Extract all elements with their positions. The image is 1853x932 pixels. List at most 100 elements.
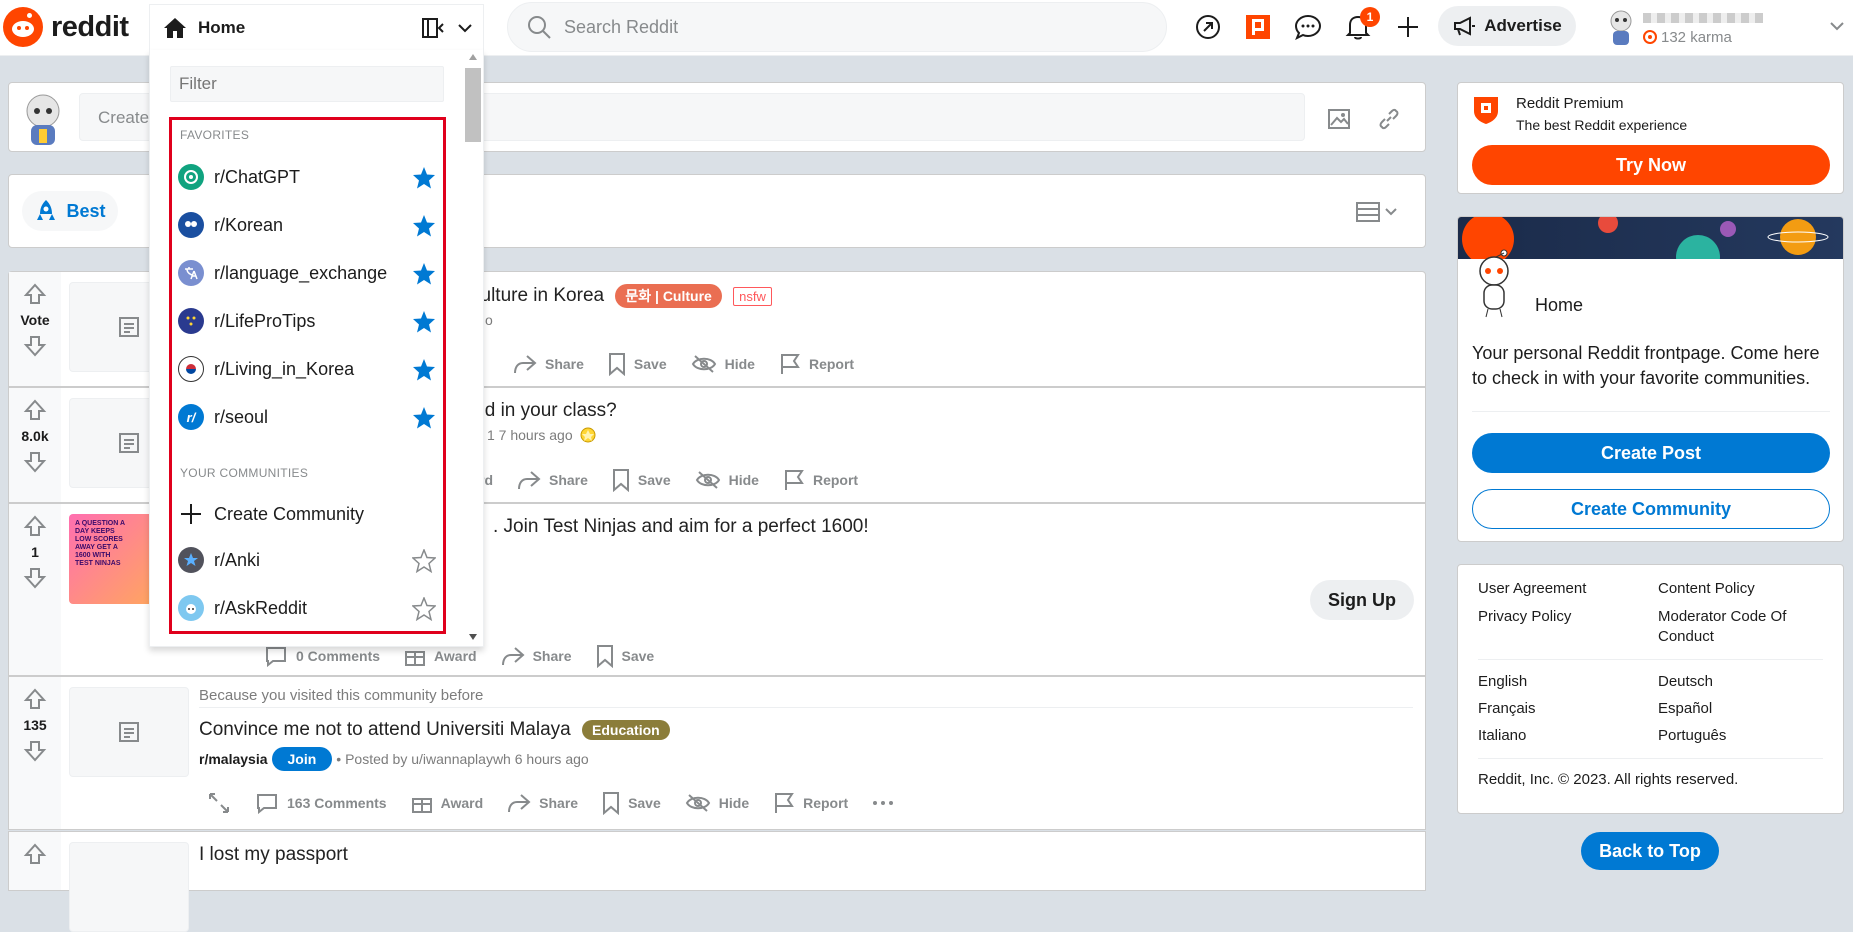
upvote-icon[interactable] [23,398,47,422]
comments-button[interactable]: 163 Comments [255,792,387,814]
create-post-button[interactable]: Create Post [1472,433,1830,473]
star-filled-icon[interactable] [412,358,436,382]
hide-button[interactable]: Hide [695,470,759,490]
save-button[interactable]: Save [608,352,667,376]
dropdown-scrollbar[interactable] [465,50,481,646]
comments-button[interactable]: 0 Comments [264,645,380,667]
language-link[interactable]: Português [1658,726,1838,746]
subreddit-link[interactable]: r/malaysia [199,751,268,767]
star-filled-icon[interactable] [412,310,436,334]
search-bar[interactable] [507,2,1167,52]
language-link[interactable]: Español [1658,699,1838,719]
post-flair[interactable]: Education [582,719,670,740]
report-button[interactable]: Report [779,352,854,376]
favorite-community-chatgpt[interactable]: r/ChatGPT [178,157,436,197]
upvote-icon[interactable] [23,842,47,866]
report-button[interactable]: Report [773,791,848,815]
user-avatar[interactable] [17,89,69,154]
favorite-community-seoul[interactable]: r/ r/seoul [178,397,436,437]
content-policy-link[interactable]: Content Policy [1658,579,1838,599]
save-button[interactable]: Save [602,791,661,815]
post-title[interactable]: kid in your class? [471,400,617,422]
post-title[interactable]: culture in Korea 문화 | Culture nsfw [471,284,772,308]
create-community-item[interactable]: Create Community [178,494,436,534]
moderator-code-link[interactable]: Moderator Code Of Conduct [1658,607,1838,647]
reddit-coins-icon[interactable] [1243,12,1273,42]
expand-icon[interactable] [207,791,231,815]
report-button[interactable]: Report [783,468,858,492]
sort-best-button[interactable]: Best [22,191,118,231]
create-plus-icon[interactable] [1393,12,1423,42]
scroll-down-arrow-icon[interactable] [469,634,477,640]
save-button[interactable]: Save [612,468,671,492]
upvote-icon[interactable] [23,687,47,711]
downvote-icon[interactable] [23,566,47,590]
view-layout-icon[interactable] [1355,201,1403,223]
chat-icon[interactable] [1293,12,1323,42]
hide-button[interactable]: Hide [685,793,749,813]
share-button[interactable]: Share [517,469,588,491]
user-menu[interactable]: 132 karma [1605,3,1845,51]
favorite-community-lifeprotips[interactable]: r/LifeProTips [178,301,436,341]
save-label: Save [637,472,671,488]
advertise-button[interactable]: Advertise [1438,6,1576,46]
post-thumbnail[interactable] [69,687,189,777]
favorite-community-living-in-korea[interactable]: r/Living_in_Korea [178,349,436,389]
language-link[interactable]: Deutsch [1658,672,1838,692]
filter-input[interactable] [170,66,444,102]
scroll-up-arrow-icon[interactable] [469,54,477,60]
downvote-icon[interactable] [23,739,47,763]
privacy-policy-link[interactable]: Privacy Policy [1478,607,1658,647]
user-agreement-link[interactable]: User Agreement [1478,579,1658,599]
feed-post[interactable]: 135 Because you visited this community b… [8,676,1426,830]
flag-icon [775,793,794,813]
upvote-icon[interactable] [23,282,47,306]
downvote-icon[interactable] [23,450,47,474]
star-outline-icon[interactable] [412,597,436,621]
language-link[interactable]: English [1478,672,1658,692]
try-now-button[interactable]: Try Now [1472,145,1830,185]
hide-button[interactable]: Hide [691,354,755,374]
share-button[interactable]: Share [513,353,584,375]
save-button[interactable]: Save [596,644,654,668]
collapse-sidebar-icon[interactable] [421,17,447,39]
search-input[interactable] [564,16,1124,38]
favorite-community-korean[interactable]: r/Korean [178,205,436,245]
share-button[interactable]: Share [507,792,578,814]
share-icon [518,471,541,490]
premium-subtitle: The best Reddit experience [1516,117,1688,133]
sign-up-button[interactable]: Sign Up [1310,580,1414,620]
post-flair[interactable]: 문화 | Culture [615,284,722,308]
popular-icon[interactable] [1193,12,1223,42]
star-filled-icon[interactable] [412,214,436,238]
community-anki[interactable]: r/Anki [178,540,436,580]
feed-post[interactable]: I lost my passport [8,831,1426,932]
star-filled-icon[interactable] [412,166,436,190]
share-button[interactable]: Share [501,645,572,667]
post-title[interactable]: . Join Test Ninjas and aim for a perfect… [493,516,869,538]
award-button[interactable]: Award [404,645,477,667]
community-askreddit[interactable]: r/AskReddit [178,588,436,628]
star-outline-icon[interactable] [412,549,436,573]
language-link[interactable]: Français [1478,699,1658,719]
post-title[interactable]: Convince me not to attend Universiti Mal… [199,719,670,741]
create-community-button[interactable]: Create Community [1472,489,1830,529]
upvote-icon[interactable] [23,514,47,538]
back-to-top-button[interactable]: Back to Top [1581,832,1719,870]
link-icon[interactable] [1377,107,1401,131]
downvote-icon[interactable] [23,334,47,358]
chevron-down-icon[interactable] [457,23,473,33]
feed-selector[interactable]: Home [149,4,484,50]
language-link[interactable]: Italiano [1478,726,1658,746]
favorite-community-language-exchange[interactable]: r/language_exchange [178,253,436,293]
star-filled-icon[interactable] [412,406,436,430]
image-upload-icon[interactable] [1327,107,1351,131]
reddit-logo[interactable]: reddit [3,7,129,47]
scrollbar-thumb[interactable] [465,68,481,142]
star-filled-icon[interactable] [412,262,436,286]
post-title[interactable]: I lost my passport [199,844,348,866]
more-options-icon[interactable] [872,800,894,806]
award-button[interactable]: Award [411,792,483,814]
join-button[interactable]: Join [271,747,333,771]
post-thumbnail[interactable] [69,842,189,932]
